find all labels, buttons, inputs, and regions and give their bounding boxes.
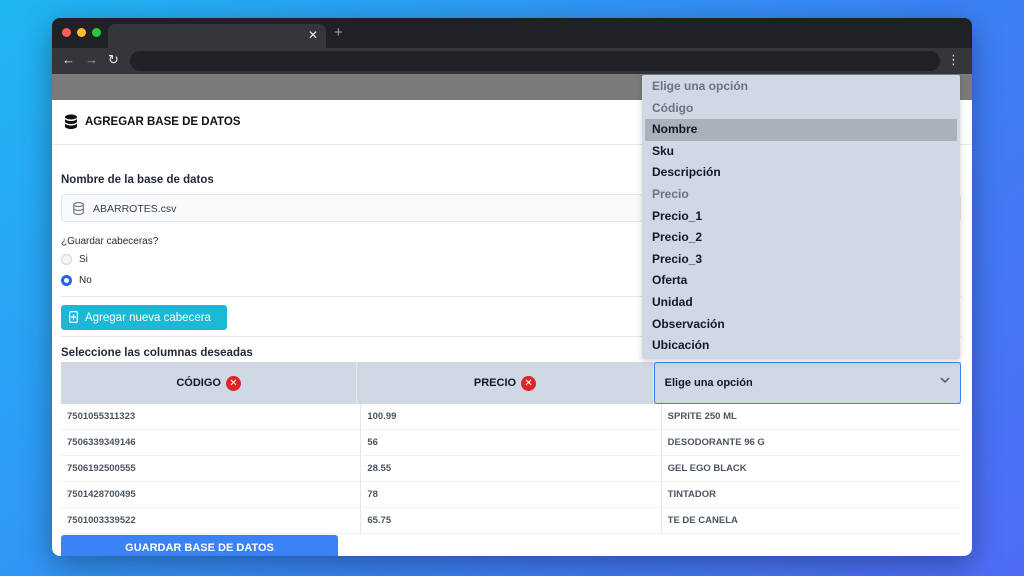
- radio-no-label: No: [79, 275, 92, 286]
- column-header-precio: PRECIO ✕: [357, 362, 654, 404]
- table-cell: 28.55: [361, 456, 662, 481]
- column-header-label: PRECIO: [473, 377, 517, 389]
- save-database-button[interactable]: GUARDAR BASE DE DATOS: [61, 535, 338, 556]
- new-tab-icon[interactable]: +: [334, 24, 343, 41]
- maximize-window-button[interactable]: [92, 28, 101, 37]
- tab-bar: ✕ +: [52, 18, 972, 48]
- add-header-button[interactable]: Agregar nueva cabecera: [61, 305, 227, 330]
- reload-icon[interactable]: ↻: [108, 52, 119, 68]
- close-tab-icon[interactable]: ✕: [308, 28, 318, 42]
- back-arrow-icon[interactable]: ←: [62, 52, 75, 67]
- select-columns-label: Seleccione las columnas deseadas: [61, 347, 253, 359]
- dropdown-option: Código: [652, 100, 694, 115]
- dropdown-option[interactable]: Unidad: [645, 292, 957, 314]
- dropdown-option[interactable]: Descripción: [645, 162, 957, 184]
- dropdown-option[interactable]: Precio_2: [645, 227, 957, 249]
- table-cell: DESODORANTE 96 G: [667, 437, 765, 448]
- dropdown-option[interactable]: Precio_1: [645, 206, 957, 228]
- table-cell: 100.99: [361, 404, 662, 429]
- add-header-label: Agregar nueva cabecera: [85, 311, 211, 324]
- table-cell: TE DE CANELA: [667, 515, 738, 526]
- dropdown-option[interactable]: Sku: [645, 141, 957, 163]
- save-headers-label: ¿Guardar cabeceras?: [61, 236, 159, 247]
- column-select-value: Elige una opción: [664, 377, 753, 389]
- radio-si-label: Si: [79, 254, 88, 265]
- table-cell: 7506339349146: [61, 430, 362, 455]
- radio-si-circle[interactable]: [61, 254, 72, 265]
- column-header-label: CÓDIGO: [176, 377, 221, 389]
- column-select[interactable]: Elige una opción: [653, 362, 961, 404]
- remove-column-icon[interactable]: ✕: [225, 375, 241, 391]
- browser-tab[interactable]: ✕: [108, 24, 326, 48]
- browser-toolbar: ← → ↻ ⋮: [52, 48, 972, 74]
- column-options-dropdown: Elige una opción Código Nombre Sku Descr…: [642, 75, 960, 359]
- remove-column-icon[interactable]: ✕: [521, 375, 537, 391]
- table-cell: SPRITE 250 ML: [667, 411, 737, 422]
- address-bar[interactable]: [130, 51, 940, 71]
- forward-arrow-icon[interactable]: →: [85, 52, 98, 67]
- table-row: 7501003339522 65.75 TE DE CANELA: [61, 508, 961, 534]
- table-cell: 7501428700495: [61, 482, 362, 507]
- minimize-window-button[interactable]: [77, 28, 86, 37]
- dropdown-option[interactable]: Nombre: [645, 119, 957, 141]
- save-database-label: GUARDAR BASE DE DATOS: [125, 542, 274, 554]
- page-title: AGREGAR BASE DE DATOS: [85, 116, 241, 128]
- table-cell: TINTADOR: [667, 489, 717, 500]
- dropdown-option[interactable]: Ubicación: [645, 335, 957, 357]
- table-header: CÓDIGO ✕ PRECIO ✕ Elige una opción: [61, 362, 961, 404]
- dropdown-option[interactable]: Observación: [645, 314, 957, 336]
- close-window-button[interactable]: [62, 28, 71, 37]
- db-name-label: Nombre de la base de datos: [61, 174, 214, 186]
- table-cell: 56: [361, 430, 662, 455]
- table-row: 7506192500555 28.55 GEL EGO BLACK: [61, 456, 961, 482]
- dropdown-option: Precio: [652, 186, 689, 201]
- column-header-codigo: CÓDIGO ✕: [61, 362, 358, 404]
- table-cell: 7501003339522: [61, 508, 362, 533]
- dropdown-option: Elige una opción: [652, 79, 749, 93]
- columns-table: CÓDIGO ✕ PRECIO ✕ Elige una opción 75010…: [61, 362, 961, 534]
- database-icon: [65, 114, 77, 129]
- browser-menu-icon[interactable]: ⋮: [947, 52, 960, 68]
- dropdown-option[interactable]: Oferta: [645, 270, 957, 292]
- table-row: 7501428700495 78 TINTADOR: [61, 482, 961, 508]
- table-cell: 78: [361, 482, 662, 507]
- table-row: 7501055311323 100.99 SPRITE 250 ML: [61, 404, 961, 430]
- chevron-down-icon: [940, 377, 950, 384]
- radio-option-no[interactable]: No: [61, 275, 92, 286]
- add-column-icon: [69, 311, 78, 323]
- table-row: 7506339349146 56 DESODORANTE 96 G: [61, 430, 961, 456]
- table-cell: 65.75: [361, 508, 662, 533]
- database-icon: [73, 202, 84, 215]
- db-name-value: ABARROTES.csv: [93, 203, 177, 215]
- table-cell: GEL EGO BLACK: [667, 463, 747, 474]
- window-controls: [62, 28, 101, 37]
- radio-no-circle[interactable]: [61, 275, 72, 286]
- radio-option-si[interactable]: Si: [61, 254, 88, 265]
- dropdown-option[interactable]: Precio_3: [645, 249, 957, 271]
- table-cell: 7506192500555: [61, 456, 362, 481]
- table-cell: 7501055311323: [61, 404, 362, 429]
